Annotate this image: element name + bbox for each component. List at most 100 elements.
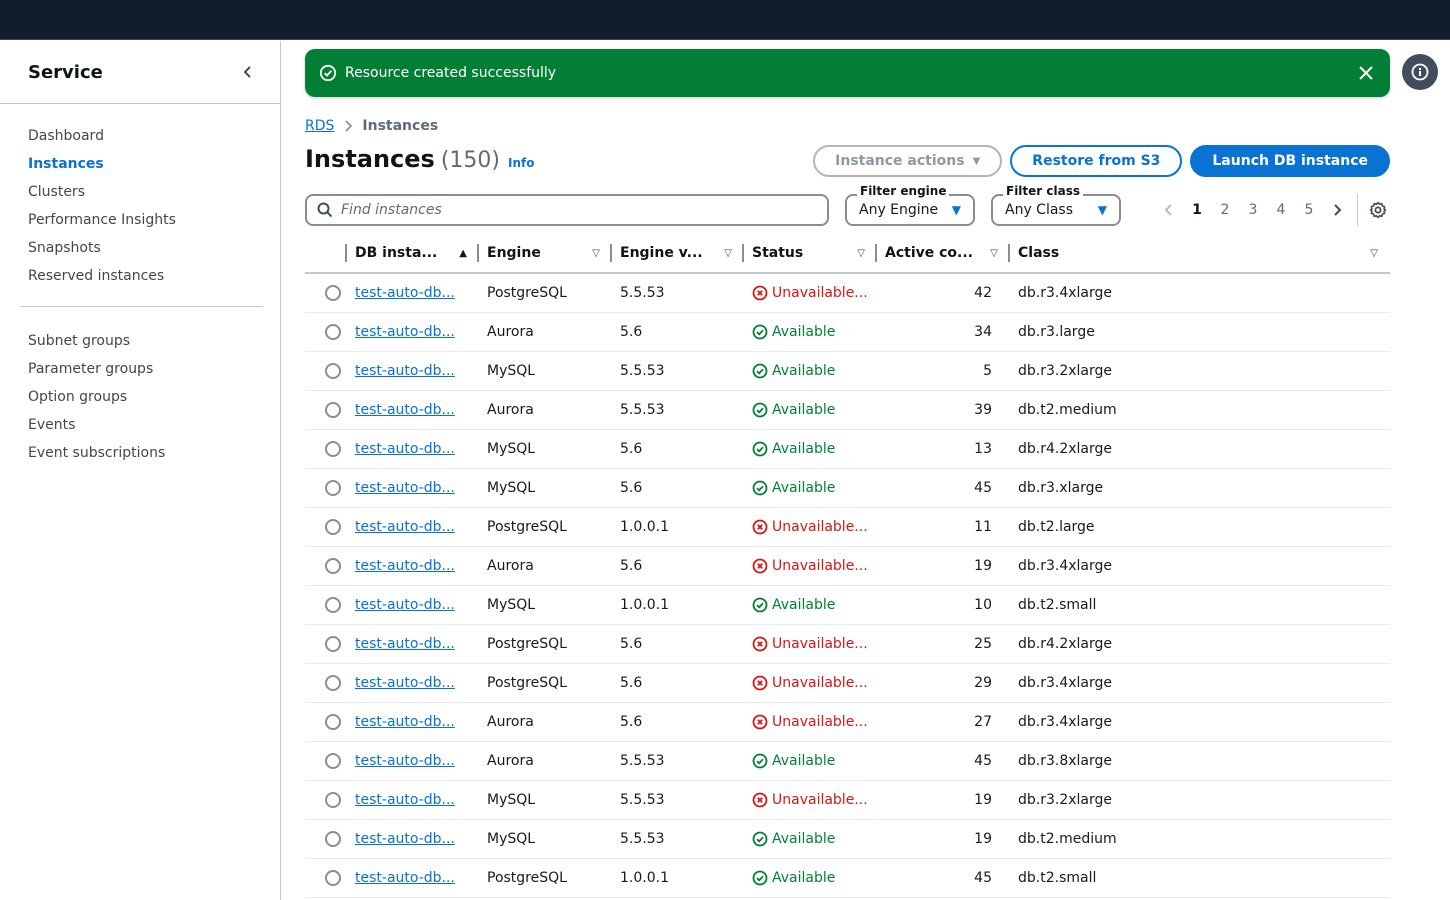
table-row[interactable]: test-auto-db... PostgreSQL 5.5.53 Unavai… [305, 273, 1390, 313]
sort-icon[interactable]: ▽ [724, 248, 732, 259]
sort-icon[interactable]: ▽ [592, 248, 600, 259]
page-4-button[interactable]: 4 [1267, 202, 1295, 218]
table-row[interactable]: test-auto-db... Aurora 5.5.53 Available … [305, 741, 1390, 781]
row-radio-button[interactable] [325, 362, 341, 379]
column-header-status[interactable]: Status ▽ [744, 234, 877, 274]
db-instance-link[interactable]: test-auto-db... [355, 792, 455, 808]
table-row[interactable]: test-auto-db... MySQL 5.6 Available 45 d… [305, 468, 1390, 508]
sort-ascending-icon[interactable]: ▲ [459, 248, 467, 259]
column-header-engine-version[interactable]: Engine v... ▽ [612, 234, 744, 274]
collapse-sidebar-button[interactable] [236, 60, 260, 84]
table-row[interactable]: test-auto-db... MySQL 5.5.53 Available 1… [305, 819, 1390, 859]
page-5-button[interactable]: 5 [1295, 202, 1323, 218]
row-radio-button[interactable] [325, 791, 341, 808]
table-row[interactable]: test-auto-db... Aurora 5.5.53 Available … [305, 390, 1390, 430]
sort-icon[interactable]: ▽ [1370, 248, 1378, 259]
sidebar-item-snapshots[interactable]: Snapshots [0, 234, 280, 262]
db-instance-link[interactable]: test-auto-db... [355, 558, 455, 574]
row-radio-button[interactable] [325, 518, 341, 535]
row-radio-button[interactable] [325, 401, 341, 418]
search-field[interactable] [305, 194, 829, 226]
row-radio-button[interactable] [325, 596, 341, 613]
sidebar-item-subnet-groups[interactable]: Subnet groups [0, 327, 280, 355]
table-row[interactable]: test-auto-db... MySQL 5.6 Available 13 d… [305, 429, 1390, 469]
column-header-class[interactable]: Class ▽ [1010, 234, 1390, 274]
dismiss-flash-button[interactable] [1356, 63, 1376, 83]
engine-cell: PostgreSQL [479, 624, 612, 664]
page-1-button[interactable]: 1 [1183, 202, 1211, 218]
column-header-active-connections[interactable]: Active co... ▽ [877, 234, 1010, 274]
previous-page-button[interactable] [1155, 203, 1183, 217]
db-instance-link[interactable]: test-auto-db... [355, 285, 455, 301]
sidebar-item-performance-insights[interactable]: Performance Insights [0, 206, 280, 234]
table-row[interactable]: test-auto-db... Aurora 5.6 Unavailable..… [305, 546, 1390, 586]
engine-version-cell: 5.5.53 [612, 819, 744, 859]
row-radio-button[interactable] [325, 440, 341, 457]
sidebar-item-events[interactable]: Events [0, 411, 280, 439]
column-header-db-instance[interactable]: DB insta... ▲ [347, 234, 479, 274]
db-instance-link[interactable]: test-auto-db... [355, 402, 455, 418]
db-instance-link[interactable]: test-auto-db... [355, 441, 455, 457]
sidebar-item-instances[interactable]: Instances [0, 150, 280, 178]
db-instance-link[interactable]: test-auto-db... [355, 519, 455, 535]
row-radio-button[interactable] [325, 830, 341, 847]
filter-class-select[interactable]: Filter class Any Class ▼ [991, 184, 1121, 226]
row-radio-button[interactable] [325, 557, 341, 574]
row-radio-button[interactable] [325, 752, 341, 769]
engine-version-cell: 1.0.0.1 [612, 507, 744, 547]
db-instance-link[interactable]: test-auto-db... [355, 324, 455, 340]
db-instance-link[interactable]: test-auto-db... [355, 870, 455, 886]
class-cell: db.r4.2xlarge [1010, 624, 1390, 664]
db-instance-link[interactable]: test-auto-db... [355, 363, 455, 379]
table-row[interactable]: test-auto-db... Aurora 5.6 Unavailable..… [305, 702, 1390, 742]
table-row[interactable]: test-auto-db... PostgreSQL 5.6 Unavailab… [305, 663, 1390, 703]
launch-db-instance-button[interactable]: Launch DB instance [1190, 145, 1390, 177]
row-radio-button[interactable] [325, 635, 341, 652]
column-header-engine[interactable]: Engine ▽ [479, 234, 612, 274]
db-instance-cell: test-auto-db... [347, 312, 479, 352]
status-text: Unavailable... [772, 791, 868, 808]
sort-icon[interactable]: ▽ [857, 248, 865, 259]
table-header-row: DB insta... ▲ Engine ▽ Engine v... ▽ Status… [305, 234, 1390, 274]
db-instance-link[interactable]: test-auto-db... [355, 831, 455, 847]
db-instance-link[interactable]: test-auto-db... [355, 675, 455, 691]
breadcrumb-rds-link[interactable]: RDS [305, 118, 334, 134]
sidebar-item-dashboard[interactable]: Dashboard [0, 122, 280, 150]
info-link[interactable]: Info [508, 156, 534, 170]
page-2-button[interactable]: 2 [1211, 202, 1239, 218]
next-page-button[interactable] [1323, 203, 1351, 217]
restore-from-s3-button[interactable]: Restore from S3 [1010, 145, 1183, 177]
preferences-button[interactable] [1366, 198, 1390, 222]
page-3-button[interactable]: 3 [1239, 202, 1267, 218]
sidebar-item-event-subscriptions[interactable]: Event subscriptions [0, 439, 280, 467]
top-navigation-bar [0, 0, 1450, 40]
table-row[interactable]: test-auto-db... PostgreSQL 5.6 Unavailab… [305, 624, 1390, 664]
db-instance-link[interactable]: test-auto-db... [355, 597, 455, 613]
status-cell: Unavailable... [744, 663, 877, 703]
instance-actions-dropdown[interactable]: Instance actions ▼ [813, 145, 1003, 177]
db-instance-link[interactable]: test-auto-db... [355, 753, 455, 769]
sidebar-item-parameter-groups[interactable]: Parameter groups [0, 355, 280, 383]
row-radio-button[interactable] [325, 869, 341, 886]
sort-icon[interactable]: ▽ [990, 248, 998, 259]
help-panel-button[interactable] [1402, 54, 1438, 90]
table-row[interactable]: test-auto-db... MySQL 5.5.53 Available 5… [305, 351, 1390, 391]
table-row[interactable]: test-auto-db... PostgreSQL 1.0.0.1 Avail… [305, 858, 1390, 898]
db-instance-link[interactable]: test-auto-db... [355, 714, 455, 730]
table-row[interactable]: test-auto-db... MySQL 5.5.53 Unavailable… [305, 780, 1390, 820]
table-row[interactable]: test-auto-db... PostgreSQL 1.0.0.1 Unava… [305, 507, 1390, 547]
filter-engine-select[interactable]: Filter engine Any Engine ▼ [845, 184, 975, 226]
search-input[interactable] [341, 202, 801, 218]
row-radio-button[interactable] [325, 479, 341, 496]
row-radio-button[interactable] [325, 674, 341, 691]
row-radio-button[interactable] [325, 284, 341, 301]
db-instance-link[interactable]: test-auto-db... [355, 636, 455, 652]
table-row[interactable]: test-auto-db... MySQL 1.0.0.1 Available … [305, 585, 1390, 625]
table-row[interactable]: test-auto-db... Aurora 5.6 Available 34 … [305, 312, 1390, 352]
sidebar-item-clusters[interactable]: Clusters [0, 178, 280, 206]
row-radio-button[interactable] [325, 323, 341, 340]
sidebar-item-option-groups[interactable]: Option groups [0, 383, 280, 411]
sidebar-item-reserved-instances[interactable]: Reserved instances [0, 262, 280, 290]
db-instance-link[interactable]: test-auto-db... [355, 480, 455, 496]
row-radio-button[interactable] [325, 713, 341, 730]
